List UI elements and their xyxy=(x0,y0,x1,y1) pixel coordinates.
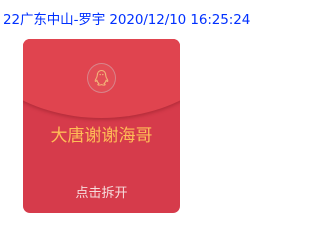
qq-penguin-icon xyxy=(94,69,109,86)
message-header: 22广东中山-罗宇 2020/12/10 16:25:24 xyxy=(3,12,250,28)
red-packet-title: 大唐谢谢海哥 xyxy=(50,126,153,146)
message-timestamp: 2020/12/10 16:25:24 xyxy=(109,12,251,28)
sender-name: 22广东中山-罗宇 xyxy=(3,12,106,28)
red-packet-seal xyxy=(87,63,116,93)
open-packet-label[interactable]: 点击拆开 xyxy=(23,186,180,202)
red-packet-card[interactable]: 大唐谢谢海哥 点击拆开 xyxy=(23,39,180,213)
